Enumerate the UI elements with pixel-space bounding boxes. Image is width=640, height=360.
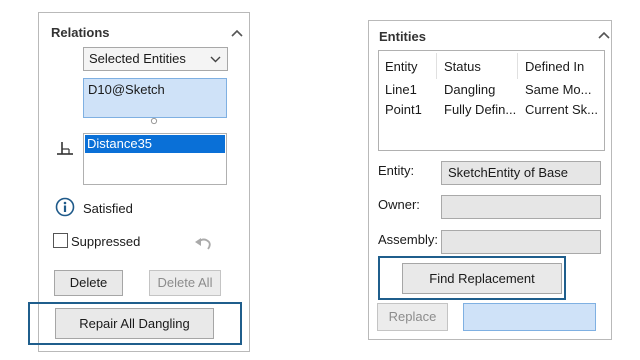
- find-replacement-button[interactable]: Find Replacement: [402, 263, 562, 294]
- owner-field[interactable]: [441, 195, 601, 219]
- relations-panel: Relations Selected Entities D10@Sketch D…: [38, 12, 250, 352]
- distance-relation-icon: [57, 142, 73, 155]
- relations-filter-value: Selected Entities: [89, 51, 186, 66]
- suppressed-label: Suppressed: [71, 234, 141, 249]
- delete-all-button[interactable]: Delete All: [149, 270, 221, 296]
- suppressed-checkbox[interactable]: [53, 233, 68, 248]
- assembly-label: Assembly:: [378, 232, 438, 247]
- column-divider[interactable]: [517, 53, 518, 79]
- relations-title: Relations: [51, 25, 110, 40]
- selected-entities-field[interactable]: D10@Sketch: [83, 78, 227, 118]
- table-row-1-entity[interactable]: Line1: [385, 82, 417, 97]
- chevron-down-icon: [210, 56, 221, 63]
- table-row-1-status[interactable]: Dangling: [444, 82, 495, 97]
- selected-entity-text: D10@Sketch: [88, 82, 165, 97]
- entities-title: Entities: [379, 29, 426, 44]
- repair-all-dangling-button[interactable]: Repair All Dangling: [55, 308, 214, 339]
- collapse-chevron-icon[interactable]: [230, 28, 244, 38]
- undo-arrow-icon[interactable]: [194, 236, 212, 252]
- table-row-2-status[interactable]: Fully Defin...: [444, 102, 516, 117]
- delete-button[interactable]: Delete: [54, 270, 123, 296]
- entities-table[interactable]: Entity Status Defined In Line1 Dangling …: [378, 50, 605, 151]
- replacement-target-field[interactable]: [463, 303, 596, 331]
- collapse-chevron-icon[interactable]: [597, 30, 611, 40]
- relation-item-selected[interactable]: Distance35: [85, 135, 225, 153]
- column-divider[interactable]: [436, 53, 437, 79]
- replace-button[interactable]: Replace: [377, 303, 448, 331]
- owner-label: Owner:: [378, 197, 420, 212]
- column-header-status[interactable]: Status: [444, 59, 481, 74]
- table-row-1-defined-in[interactable]: Same Mo...: [525, 82, 591, 97]
- entity-field[interactable]: SketchEntity of Base: [441, 161, 601, 185]
- relations-list[interactable]: Distance35: [83, 133, 227, 185]
- table-row-2-defined-in[interactable]: Current Sk...: [525, 102, 598, 117]
- assembly-field[interactable]: [441, 230, 601, 254]
- info-icon: [55, 197, 75, 217]
- relation-status-text: Satisfied: [83, 201, 133, 216]
- column-header-entity[interactable]: Entity: [385, 59, 418, 74]
- relations-filter-select[interactable]: Selected Entities: [83, 47, 228, 71]
- table-row-2-entity[interactable]: Point1: [385, 102, 422, 117]
- entity-label: Entity:: [378, 163, 415, 178]
- column-header-defined-in[interactable]: Defined In: [525, 59, 584, 74]
- splitter-handle-icon[interactable]: [150, 117, 158, 125]
